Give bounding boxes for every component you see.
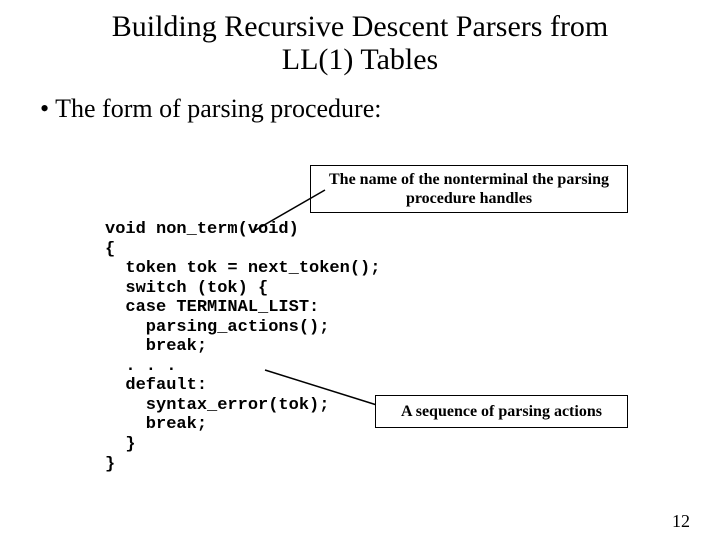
- callout-nonterminal-name: The name of the nonterminal the parsing …: [310, 165, 628, 213]
- callout1-line2: procedure handles: [406, 190, 532, 207]
- title-line-1: Building Recursive Descent Parsers from: [112, 10, 609, 43]
- code-line: break;: [105, 337, 207, 356]
- code-line: . . .: [105, 357, 176, 376]
- code-line: parsing_actions();: [105, 318, 329, 337]
- title-line-2: LL(1) Tables: [282, 43, 438, 76]
- callout2-text: A sequence of parsing actions: [401, 403, 602, 420]
- code-line: }: [105, 435, 136, 454]
- bullet-item: • The form of parsing procedure:: [40, 94, 720, 124]
- code-line: {: [105, 240, 115, 259]
- code-line: break;: [105, 415, 207, 434]
- code-block: void non_term(void) { token tok = next_t…: [105, 220, 380, 474]
- code-line: token tok = next_token();: [105, 259, 380, 278]
- page-number: 12: [672, 511, 690, 532]
- callout1-line1: The name of the nonterminal the parsing: [329, 171, 609, 188]
- code-line: case TERMINAL_LIST:: [105, 298, 319, 317]
- code-line: switch (tok) {: [105, 279, 268, 298]
- code-line: }: [105, 455, 115, 474]
- callout-parsing-actions: A sequence of parsing actions: [375, 395, 628, 428]
- slide-title: Building Recursive Descent Parsers from …: [0, 10, 720, 76]
- code-line: default:: [105, 376, 207, 395]
- code-line: void non_term(void): [105, 220, 299, 239]
- code-line: syntax_error(tok);: [105, 396, 329, 415]
